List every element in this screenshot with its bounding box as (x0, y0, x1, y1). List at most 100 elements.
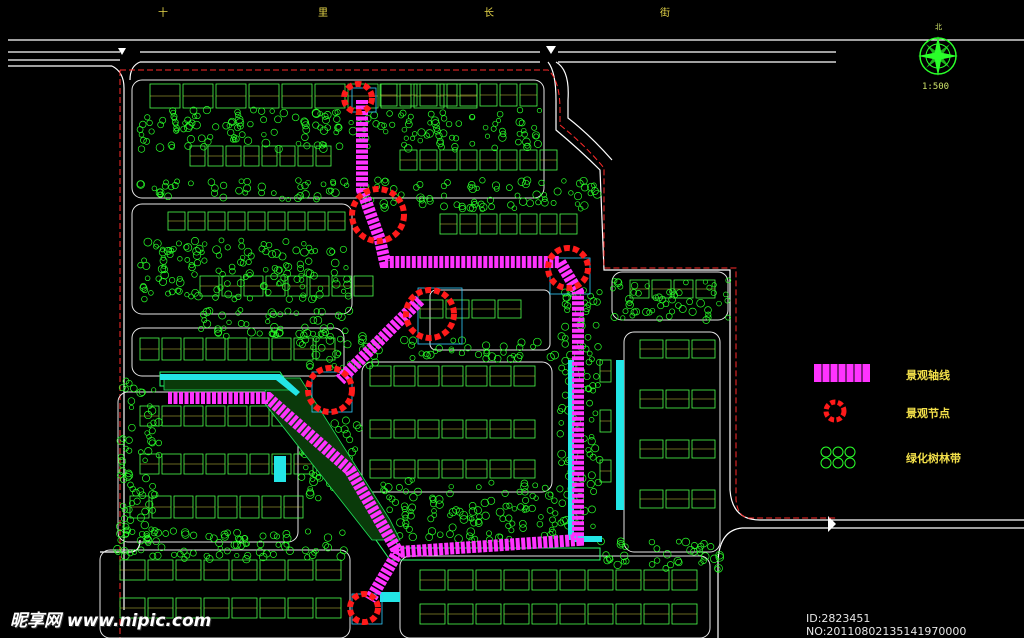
tree (558, 459, 565, 466)
tree (125, 506, 133, 514)
tree (247, 327, 256, 337)
tree (320, 181, 327, 188)
tree (403, 135, 409, 141)
tree (313, 336, 320, 343)
tree (301, 121, 310, 130)
tree (573, 192, 583, 201)
tree (136, 487, 145, 496)
tree (322, 542, 330, 549)
tree (339, 529, 346, 536)
tree (153, 239, 162, 248)
tree (143, 138, 151, 145)
tree (309, 316, 318, 325)
tree (408, 336, 418, 345)
tree (311, 108, 321, 118)
tree (653, 545, 661, 552)
tree (341, 288, 347, 294)
tree (630, 281, 639, 290)
tree (532, 482, 539, 489)
tree (247, 272, 253, 278)
tree (574, 201, 581, 207)
tree (497, 533, 504, 540)
watermark-brand: 昵享网 www.nipic.com (10, 611, 212, 631)
tree (333, 115, 341, 123)
tree (142, 474, 150, 483)
tree (505, 514, 513, 522)
site-plan-drawing (8, 36, 1024, 638)
tree (550, 200, 557, 206)
tree (191, 271, 198, 278)
tree (120, 551, 130, 561)
tree (148, 128, 155, 135)
tree (257, 107, 266, 115)
tree (507, 201, 515, 209)
tree (482, 124, 489, 131)
tree (347, 448, 356, 457)
tree (427, 110, 435, 118)
tree (158, 248, 167, 257)
tree (533, 337, 542, 347)
tree (365, 361, 374, 370)
tree (509, 520, 516, 527)
tree (282, 282, 291, 292)
tree (175, 240, 182, 247)
tree (583, 304, 591, 313)
tree (272, 249, 281, 258)
tree (656, 315, 663, 322)
tree (274, 145, 283, 154)
tree (533, 139, 542, 148)
tree (401, 141, 408, 148)
tree (561, 322, 570, 331)
tree (202, 106, 211, 115)
tree (486, 530, 492, 537)
tree (439, 109, 447, 116)
tree (499, 515, 507, 523)
tree (515, 138, 522, 146)
tree (549, 516, 556, 524)
tree (315, 290, 324, 299)
tree (298, 341, 306, 349)
tree (283, 262, 290, 269)
tree (330, 419, 339, 428)
tree (723, 291, 729, 298)
tree (562, 369, 569, 376)
tree (405, 525, 413, 533)
tree (446, 530, 454, 538)
tree (127, 397, 136, 405)
tree (491, 181, 501, 190)
tree (163, 179, 169, 186)
tree (201, 257, 208, 264)
tree (184, 123, 193, 133)
tree (441, 192, 447, 199)
tree (161, 182, 169, 190)
tree (448, 483, 454, 490)
tree (481, 511, 490, 520)
tree (207, 133, 214, 141)
legend-node-label: 景观节点 (906, 407, 950, 420)
tree (538, 514, 544, 520)
tree (341, 416, 350, 425)
tree (589, 297, 598, 306)
tree (191, 288, 200, 297)
tree (317, 285, 324, 292)
tree (417, 128, 426, 137)
tree (293, 310, 300, 316)
tree (488, 203, 495, 211)
tree (388, 495, 396, 503)
tree (383, 128, 389, 135)
tree (724, 297, 731, 304)
tree (498, 133, 507, 142)
tree (519, 524, 527, 532)
tree (683, 279, 689, 286)
legend-symbols (814, 364, 870, 469)
tree (269, 550, 277, 558)
tree (561, 391, 569, 399)
tree (238, 242, 246, 250)
tree (622, 308, 629, 315)
tree (256, 330, 263, 337)
tree (304, 554, 311, 561)
tree (175, 287, 183, 295)
tree (400, 335, 409, 345)
tree (229, 267, 236, 275)
tree (138, 132, 145, 138)
